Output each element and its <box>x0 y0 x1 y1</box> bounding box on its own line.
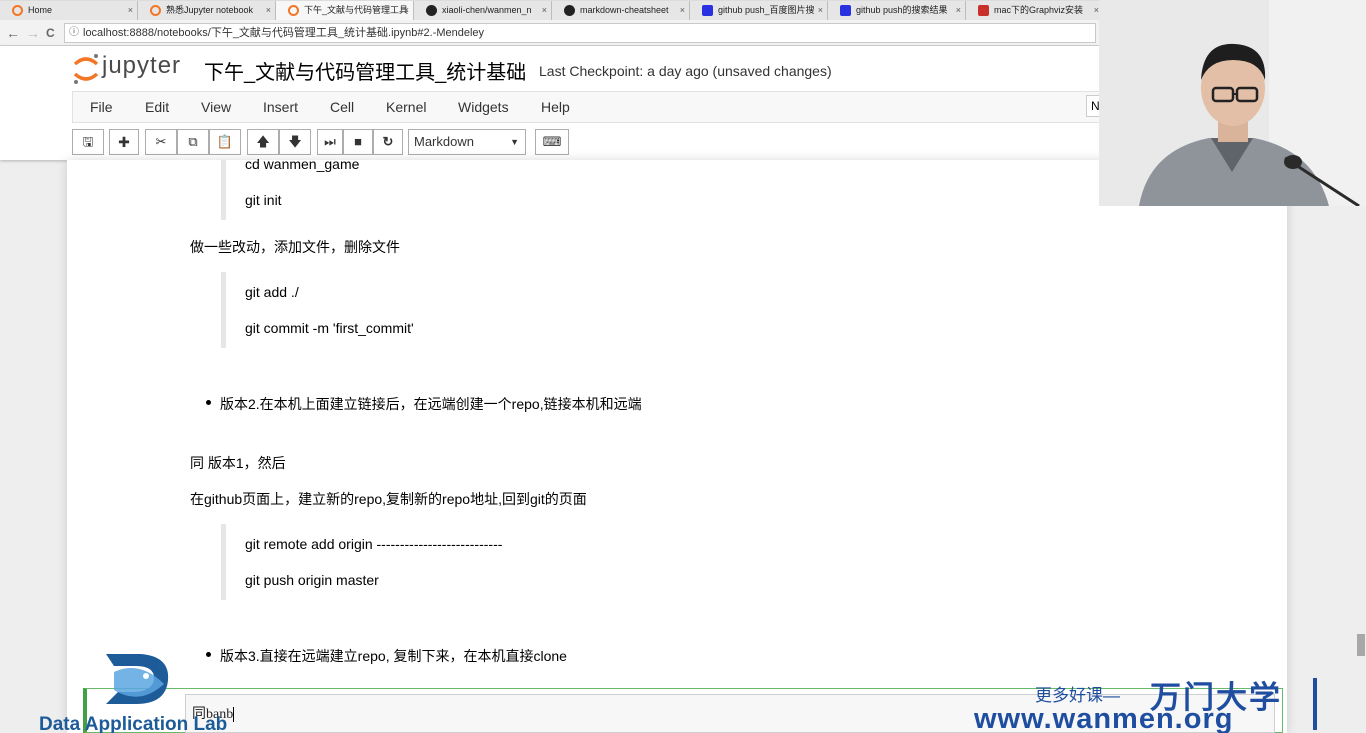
url-input[interactable]: ⓘ localhost:8888/notebooks/下午_文献与代码管理工具_… <box>64 23 1096 43</box>
checkpoint-status: Last Checkpoint: a day ago (unsaved chan… <box>539 63 832 79</box>
run-button[interactable]: ⏭ <box>317 129 343 155</box>
menu-help[interactable]: Help <box>541 99 570 115</box>
watermark-divider <box>1313 678 1317 730</box>
browser-tab-active[interactable]: 下午_文献与代码管理工具 × <box>276 1 414 20</box>
code-line: git init <box>245 192 282 208</box>
browser-tab[interactable]: markdown-cheatsheet × <box>552 1 690 20</box>
copy-button[interactable]: ⧉ <box>177 129 209 155</box>
back-icon[interactable]: ← <box>6 23 20 43</box>
close-icon[interactable]: × <box>818 1 823 20</box>
paragraph: 同 版本1，然后 <box>190 455 286 471</box>
code-line: git remote add origin ------------------… <box>245 536 503 552</box>
close-icon[interactable]: × <box>680 1 685 20</box>
jupyter-icon <box>150 5 161 16</box>
chevron-down-icon: ▼ <box>510 137 519 147</box>
cell-type-select[interactable]: Markdown ▼ <box>408 129 526 155</box>
browser-tab[interactable]: 熟悉Jupyter notebook × <box>138 1 276 20</box>
menu-bar: File Edit View Insert Cell Kernel Widget… <box>72 91 1112 123</box>
text-cursor <box>233 707 235 723</box>
tab-title: github push_百度图片搜 <box>718 5 815 15</box>
code-line: git push origin master <box>245 572 379 588</box>
close-icon[interactable]: × <box>266 1 271 20</box>
save-button[interactable]: 🖫 <box>72 129 104 155</box>
url-text: localhost:8888/notebooks/下午_文献与代码管理工具_统计… <box>83 27 485 39</box>
menu-cell[interactable]: Cell <box>330 99 354 115</box>
watermark-url: www.wanmen.org <box>974 703 1234 733</box>
close-icon[interactable]: × <box>542 1 547 20</box>
browser-tab[interactable]: xiaoli-chen/wanmen_n × <box>414 1 552 20</box>
menu-insert[interactable]: Insert <box>263 99 298 115</box>
tab-title: Home <box>28 5 53 15</box>
insert-cell-button[interactable]: ✚ <box>109 129 139 155</box>
github-icon <box>564 5 575 16</box>
presenter-video-image <box>1099 0 1366 206</box>
code-line: cd wanmen_game <box>245 156 360 172</box>
list-item: 版本2.在本机上面建立链接后，在远端创建一个repo,链接本机和远端 <box>220 396 642 412</box>
list-item: 版本3.直接在远端建立repo, 复制下来，在本机直接clone <box>220 648 567 664</box>
code-line: git commit -m 'first_commit' <box>245 320 414 336</box>
blockquote-bar <box>221 272 226 348</box>
tab-title: mac下的Graphviz安装 <box>994 5 1084 15</box>
close-icon[interactable]: × <box>404 1 409 20</box>
baidu-icon <box>840 5 851 16</box>
blockquote-bar <box>221 524 226 600</box>
github-icon <box>426 5 437 16</box>
cell-type-value: Markdown <box>414 134 474 149</box>
menu-file[interactable]: File <box>90 99 113 115</box>
kernel-indicator[interactable]: N <box>1086 95 1100 117</box>
move-down-button[interactable]: 🡇 <box>279 129 311 155</box>
notebook-title[interactable]: 下午_文献与代码管理工具_统计基础 <box>204 56 526 85</box>
browser-tab[interactable]: Home × <box>0 1 138 20</box>
scrollbar-thumb[interactable] <box>1357 634 1365 656</box>
csdn-icon <box>978 5 989 16</box>
paragraph: 做一些改动，添加文件，删除文件 <box>190 239 400 255</box>
tab-title: github push的搜索结果 <box>856 5 948 15</box>
webcam-overlay <box>1099 0 1366 206</box>
jupyter-icon <box>12 5 23 16</box>
reload-icon[interactable]: C <box>46 23 55 43</box>
info-icon[interactable]: ⓘ <box>69 24 79 42</box>
forward-icon[interactable]: → <box>26 23 40 43</box>
watermark-lab-name: Data Application Lab <box>39 714 228 733</box>
code-line: git add ./ <box>245 284 299 300</box>
list-bullet <box>206 400 211 405</box>
browser-tab[interactable]: github push_百度图片搜 × <box>690 1 828 20</box>
command-palette-button[interactable]: ⌨ <box>535 129 569 155</box>
browser-tab[interactable]: mac下的Graphviz安装 × <box>966 1 1104 20</box>
menu-view[interactable]: View <box>201 99 231 115</box>
tab-title: 下午_文献与代码管理工具 <box>304 5 409 15</box>
data-application-lab-logo-icon <box>106 654 169 704</box>
tab-title: 熟悉Jupyter notebook <box>166 5 254 15</box>
list-bullet <box>206 652 211 657</box>
baidu-icon <box>702 5 713 16</box>
stop-button[interactable]: ■ <box>343 129 373 155</box>
menu-widgets[interactable]: Widgets <box>458 99 509 115</box>
move-up-button[interactable]: 🡅 <box>247 129 279 155</box>
close-icon[interactable]: × <box>956 1 961 20</box>
blockquote-bar <box>221 160 226 220</box>
jupyter-logo-icon[interactable] <box>72 52 100 86</box>
tab-title: markdown-cheatsheet <box>580 5 669 15</box>
close-icon[interactable]: × <box>128 1 133 20</box>
jupyter-icon <box>288 5 299 16</box>
restart-button[interactable]: ↻ <box>373 129 403 155</box>
jupyter-logo-text[interactable]: jupyter <box>102 52 181 80</box>
paste-button[interactable]: 📋 <box>209 129 241 155</box>
tab-title: xiaoli-chen/wanmen_n <box>442 5 532 15</box>
browser-tab[interactable]: github push的搜索结果 × <box>828 1 966 20</box>
menu-edit[interactable]: Edit <box>145 99 169 115</box>
cut-button[interactable]: ✂ <box>145 129 177 155</box>
paragraph: 在github页面上，建立新的repo,复制新的repo地址,回到git的页面 <box>190 491 587 507</box>
menu-kernel[interactable]: Kernel <box>386 99 426 115</box>
